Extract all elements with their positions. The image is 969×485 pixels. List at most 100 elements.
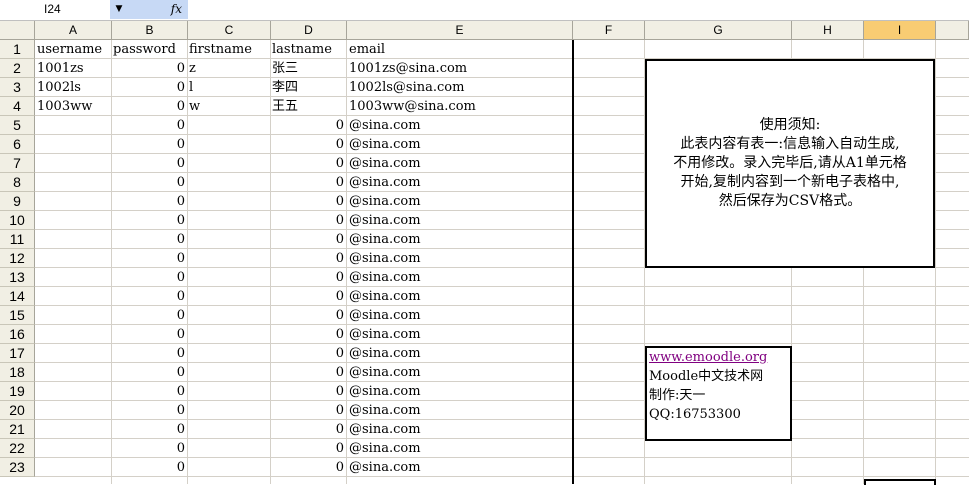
table-cell[interactable] bbox=[37, 192, 111, 211]
row-header-2[interactable]: 2 bbox=[0, 59, 35, 78]
table-cell[interactable]: 0 bbox=[272, 230, 344, 249]
table-cell[interactable] bbox=[37, 230, 111, 249]
table-cell[interactable] bbox=[37, 325, 111, 344]
table-cell[interactable]: 0 bbox=[272, 249, 344, 268]
row-header-6[interactable]: 6 bbox=[0, 135, 35, 154]
column-header-next[interactable] bbox=[936, 21, 969, 40]
table-cell[interactable]: 0 bbox=[272, 287, 344, 306]
table-cell[interactable] bbox=[189, 420, 269, 439]
row-header-5[interactable]: 5 bbox=[0, 116, 35, 135]
row-header-7[interactable]: 7 bbox=[0, 154, 35, 173]
row-header-23[interactable]: 23 bbox=[0, 458, 35, 477]
table-cell[interactable]: 0 bbox=[272, 306, 344, 325]
table-cell[interactable]: 0 bbox=[113, 192, 185, 211]
row-header-10[interactable]: 10 bbox=[0, 211, 35, 230]
table-cell[interactable]: 1003ww bbox=[37, 97, 111, 116]
column-header-d[interactable]: D bbox=[271, 21, 347, 40]
table-cell[interactable]: @sina.com bbox=[349, 325, 569, 344]
table-cell[interactable] bbox=[37, 420, 111, 439]
header-cell-email[interactable]: email bbox=[349, 40, 569, 59]
table-cell[interactable]: @sina.com bbox=[349, 135, 569, 154]
header-cell-password[interactable]: password bbox=[113, 40, 185, 59]
table-cell[interactable] bbox=[37, 458, 111, 477]
table-cell[interactable]: 0 bbox=[272, 211, 344, 230]
header-cell-lastname[interactable]: lastname bbox=[272, 40, 344, 59]
table-cell[interactable] bbox=[189, 135, 269, 154]
table-cell[interactable]: 0 bbox=[272, 420, 344, 439]
table-cell[interactable] bbox=[189, 401, 269, 420]
table-cell[interactable] bbox=[189, 363, 269, 382]
table-cell[interactable]: 0 bbox=[272, 439, 344, 458]
table-cell[interactable]: 0 bbox=[113, 401, 185, 420]
table-cell[interactable] bbox=[189, 306, 269, 325]
formula-input[interactable] bbox=[189, 0, 969, 19]
column-header-i[interactable]: I bbox=[864, 21, 936, 40]
table-cell[interactable]: 1001zs@sina.com bbox=[349, 59, 569, 78]
row-header-21[interactable]: 21 bbox=[0, 420, 35, 439]
table-cell[interactable] bbox=[37, 344, 111, 363]
table-cell[interactable]: 0 bbox=[272, 192, 344, 211]
table-cell[interactable]: @sina.com bbox=[349, 192, 569, 211]
table-cell[interactable] bbox=[189, 439, 269, 458]
table-cell[interactable]: @sina.com bbox=[349, 268, 569, 287]
table-cell[interactable]: 0 bbox=[113, 135, 185, 154]
table-cell[interactable]: 0 bbox=[113, 211, 185, 230]
table-cell[interactable]: w bbox=[189, 97, 269, 116]
table-cell[interactable]: @sina.com bbox=[349, 173, 569, 192]
table-cell[interactable] bbox=[189, 268, 269, 287]
table-cell[interactable] bbox=[189, 154, 269, 173]
row-header-14[interactable]: 14 bbox=[0, 287, 35, 306]
table-cell[interactable]: 0 bbox=[113, 173, 185, 192]
name-box[interactable]: I24 bbox=[0, 0, 128, 19]
table-cell[interactable]: @sina.com bbox=[349, 116, 569, 135]
table-cell[interactable]: @sina.com bbox=[349, 287, 569, 306]
table-cell[interactable]: 0 bbox=[113, 249, 185, 268]
table-cell[interactable]: 张三 bbox=[272, 59, 344, 78]
table-cell[interactable] bbox=[37, 287, 111, 306]
table-cell[interactable]: 0 bbox=[113, 268, 185, 287]
table-cell[interactable]: @sina.com bbox=[349, 211, 569, 230]
column-header-a[interactable]: A bbox=[35, 21, 112, 40]
table-cell[interactable]: @sina.com bbox=[349, 458, 569, 477]
row-header-12[interactable]: 12 bbox=[0, 249, 35, 268]
table-cell[interactable] bbox=[37, 363, 111, 382]
table-cell[interactable]: @sina.com bbox=[349, 363, 569, 382]
table-cell[interactable]: z bbox=[189, 59, 269, 78]
table-cell[interactable]: 1003ww@sina.com bbox=[349, 97, 569, 116]
table-cell[interactable] bbox=[189, 173, 269, 192]
table-cell[interactable]: 0 bbox=[272, 173, 344, 192]
table-cell[interactable]: 0 bbox=[272, 116, 344, 135]
table-cell[interactable]: @sina.com bbox=[349, 439, 569, 458]
table-cell[interactable]: 0 bbox=[272, 382, 344, 401]
table-cell[interactable]: 0 bbox=[113, 97, 185, 116]
insert-function-button[interactable]: fx bbox=[128, 0, 188, 19]
table-cell[interactable]: 0 bbox=[113, 306, 185, 325]
table-cell[interactable]: 0 bbox=[113, 154, 185, 173]
table-cell[interactable]: 李四 bbox=[272, 78, 344, 97]
table-cell[interactable] bbox=[37, 211, 111, 230]
table-cell[interactable]: @sina.com bbox=[349, 382, 569, 401]
table-cell[interactable]: 0 bbox=[272, 458, 344, 477]
table-cell[interactable]: 0 bbox=[113, 439, 185, 458]
header-cell-username[interactable]: username bbox=[37, 40, 111, 59]
row-header-15[interactable]: 15 bbox=[0, 306, 35, 325]
table-cell[interactable] bbox=[189, 211, 269, 230]
table-cell[interactable] bbox=[37, 249, 111, 268]
table-cell[interactable]: 0 bbox=[113, 325, 185, 344]
table-cell[interactable]: 0 bbox=[272, 325, 344, 344]
column-header-c[interactable]: C bbox=[188, 21, 271, 40]
row-header-11[interactable]: 11 bbox=[0, 230, 35, 249]
select-all-corner[interactable] bbox=[0, 21, 35, 40]
table-cell[interactable]: 0 bbox=[272, 268, 344, 287]
table-cell[interactable] bbox=[189, 249, 269, 268]
row-header-18[interactable]: 18 bbox=[0, 363, 35, 382]
row-header-3[interactable]: 3 bbox=[0, 78, 35, 97]
table-cell[interactable]: 0 bbox=[113, 59, 185, 78]
table-cell[interactable] bbox=[37, 116, 111, 135]
row-header-4[interactable]: 4 bbox=[0, 97, 35, 116]
table-cell[interactable] bbox=[37, 306, 111, 325]
table-cell[interactable] bbox=[189, 116, 269, 135]
row-header-16[interactable]: 16 bbox=[0, 325, 35, 344]
row-header-20[interactable]: 20 bbox=[0, 401, 35, 420]
table-cell[interactable]: 0 bbox=[113, 458, 185, 477]
